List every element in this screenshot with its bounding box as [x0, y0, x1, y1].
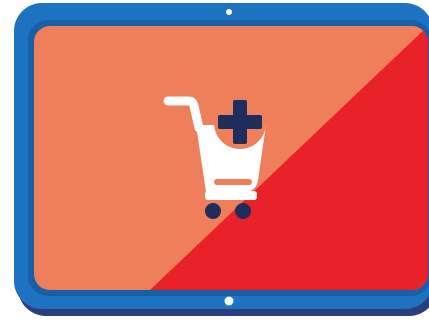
cart-wheel-left: [205, 203, 221, 219]
illustration-stage: [0, 0, 429, 321]
home-button-dot: [224, 296, 234, 306]
tablet-illustration: [14, 3, 429, 316]
plus-horizontal-bar: [218, 115, 262, 129]
cart-base-bar: [205, 191, 257, 200]
cart-accent-stripe: [214, 179, 252, 185]
cart-wheel-right: [235, 203, 251, 219]
camera-dot: [226, 9, 232, 15]
